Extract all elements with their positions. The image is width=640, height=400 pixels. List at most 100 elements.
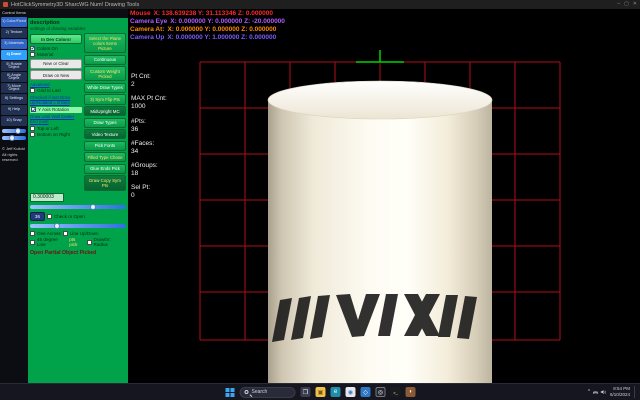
filled-type-button[interactable]: Filled Type Chose: [84, 152, 126, 162]
stat-value: 2: [131, 81, 167, 89]
glue-ends-button[interactable]: Glue Ends Pick: [84, 164, 126, 174]
tray-chevron-icon[interactable]: ^: [588, 390, 590, 395]
stat-value: 0: [131, 192, 167, 200]
stat-label: MAX Pt Cnt:: [131, 95, 167, 103]
code-editor-icon[interactable]: ◇: [361, 387, 371, 397]
close-icon[interactable]: ✕: [633, 2, 637, 7]
white-draw-button[interactable]: White Draw Types: [84, 83, 126, 93]
edge-browser-icon[interactable]: e: [331, 387, 341, 397]
taskbar-clock[interactable]: 8:54 PM 6/10/2024: [610, 386, 630, 398]
wifi-icon[interactable]: (((: [592, 391, 598, 393]
panel-slider-2[interactable]: [30, 224, 126, 228]
sidebar-item-settings[interactable]: 8) Settings: [1, 94, 27, 104]
sidebar-slider-1[interactable]: [2, 129, 26, 133]
check-or-open-checkbox[interactable]: [47, 214, 52, 219]
pick-fonts-button[interactable]: Pick Fonts: [84, 141, 126, 151]
video-texture-button[interactable]: Video Texture: [84, 129, 126, 139]
continuous-button[interactable]: Continuous: [84, 55, 126, 65]
image-editor-icon[interactable]: ◗: [406, 387, 416, 397]
top-or-left-checkbox[interactable]: Top or Left: [30, 126, 82, 131]
volume-icon[interactable]: ◀)): [600, 390, 606, 394]
titlebar: HotClickSymmetry3D SharcWG Num! Drawing …: [0, 0, 640, 9]
plane-colors-button[interactable]: Select the Plane colors Items Picture: [84, 33, 126, 53]
taskbar: Search ❒ ▣ e ◉ ◇ ◎ >_ ◗ ^ ((( ◀)) 8:54 P…: [0, 383, 640, 400]
material-checkbox[interactable]: Material: [30, 52, 82, 57]
sidebar-item-angle[interactable]: 6) Angle Object: [1, 72, 27, 82]
clock-date: 6/10/2024: [610, 392, 630, 398]
custom-weight-button[interactable]: Custom Weight Picked: [84, 66, 126, 81]
draw-copy-sym-button[interactable]: Draw Copy Sym Pts: [84, 175, 126, 190]
colors-on-checkbox[interactable]: Colors On: [30, 46, 82, 51]
task-view-icon[interactable]: ❒: [301, 387, 311, 397]
app-icon: [3, 2, 8, 7]
sidebar-item-texture[interactable]: 2) Texture: [1, 28, 27, 38]
stat-label: #Pts:: [131, 118, 167, 126]
grid-to-last-checkbox[interactable]: Grid to Last: [30, 88, 82, 93]
viewport-canvas[interactable]: MouseX: 138.639238 Y: 31.113346 Z: 0.000…: [128, 9, 640, 383]
checkbox-icon[interactable]: [30, 132, 35, 137]
camera-eye-readout: Camera EyeX: 0.000000 Y: 0.000000 Z: -20…: [130, 18, 288, 26]
minimize-icon[interactable]: –: [617, 2, 620, 7]
in-dev-colors-button[interactable]: In Dev Colors!: [30, 34, 82, 44]
search-box[interactable]: Search: [240, 387, 296, 398]
checkbox-icon[interactable]: [30, 52, 35, 57]
slider-thumb[interactable]: [54, 223, 60, 229]
copyright-text: © Jeff Kulicki All rights reserved: [1, 146, 27, 162]
y-axis-rotation-checkbox[interactable]: Y Axis Rotation: [30, 107, 82, 113]
checkbox-icon[interactable]: [31, 107, 36, 112]
sidebar-item-color[interactable]: 1) Color/Fixed: [1, 17, 27, 27]
show-desktop-button[interactable]: [634, 386, 636, 398]
slider-thumb[interactable]: [9, 135, 15, 141]
advanced-link[interactable]: Advanced: [30, 82, 82, 87]
mouse-readout: MouseX: 138.639238 Y: 31.113346 Z: 0.000…: [130, 10, 288, 18]
last-draw-link[interactable]: Checked if last Draw Up/Isolated = 8 Set…: [30, 95, 82, 105]
bottom-on-right-checkbox[interactable]: Bottom on Right: [30, 132, 82, 137]
stat-value: 34: [131, 148, 167, 156]
stat-value: 18: [131, 170, 167, 178]
slider-thumb[interactable]: [15, 128, 21, 134]
value-field[interactable]: 0.300003: [30, 193, 64, 202]
sidebar-item-materials[interactable]: 3) Materials: [1, 39, 27, 49]
draw-types-button[interactable]: Draw Types: [84, 118, 126, 128]
search-icon: [245, 390, 249, 394]
checkbox-icon[interactable]: [30, 88, 35, 93]
sidebar-header: Control Items: [1, 11, 27, 15]
terminal-icon[interactable]: >_: [391, 387, 401, 397]
panel-slider-1[interactable]: [30, 205, 126, 209]
checkbox-icon[interactable]: [30, 46, 35, 51]
num-button[interactable]: 36: [30, 212, 45, 221]
checkbox-icon[interactable]: [30, 126, 35, 131]
wall-center-link[interactable]: Draw Until Wall Center End point: [30, 114, 82, 124]
app-window: HotClickSymmetry3D SharcWG Num! Drawing …: [0, 0, 640, 400]
stat-value: 1000: [131, 103, 167, 111]
sidebar-item-rotate[interactable]: 5) Rotate Object: [1, 61, 27, 71]
slider-thumb[interactable]: [90, 204, 96, 210]
sidebar-item-move[interactable]: 7) Move Object: [1, 83, 27, 93]
draw-on-new-button[interactable]: Draw on New: [30, 70, 82, 80]
stat-label: #Faces:: [131, 140, 167, 148]
stat-label: Sel Pt:: [131, 184, 167, 192]
sidebar-slider-2[interactable]: [2, 136, 26, 140]
panel-subheader: settings of drawing variables: [30, 26, 126, 31]
search-label: Search: [252, 389, 268, 395]
one-across-checkbox[interactable]: [30, 231, 35, 236]
maximize-icon[interactable]: ▢: [624, 2, 629, 7]
sidebar-item-snap[interactable]: 10) Snap: [1, 116, 27, 126]
camera-up-readout: Camera UpX: 0.000000 Y: 1.000000 Z: 0.00…: [130, 34, 288, 42]
window-title: HotClickSymmetry3D SharcWG Num! Drawing …: [11, 2, 139, 8]
tool-sidebar: Control Items 1) Color/Fixed 2) Texture …: [0, 9, 28, 383]
new-or-clear-button[interactable]: New or Clear: [30, 59, 82, 69]
sidebar-item-help[interactable]: 9) Help: [1, 105, 27, 115]
start-button[interactable]: [225, 387, 235, 397]
cylinder-model: [268, 81, 492, 383]
sym-flip-pts-button[interactable]: 3) Sym Flip Pts: [84, 94, 126, 104]
mid-upright-button[interactable]: MidUpright MC: [84, 106, 126, 116]
sidebar-item-draw[interactable]: 4) Draw!: [1, 50, 27, 60]
drawthr-radius-checkbox[interactable]: [87, 240, 92, 245]
deg-45-line-checkbox[interactable]: [30, 240, 35, 245]
coordinate-readouts: MouseX: 138.639238 Y: 31.113346 Z: 0.000…: [130, 10, 288, 43]
chrome-browser-icon[interactable]: ◉: [346, 387, 356, 397]
obs-studio-icon[interactable]: ◎: [376, 387, 386, 397]
file-explorer-icon[interactable]: ▣: [316, 387, 326, 397]
line-up-down-checkbox[interactable]: [63, 231, 68, 236]
